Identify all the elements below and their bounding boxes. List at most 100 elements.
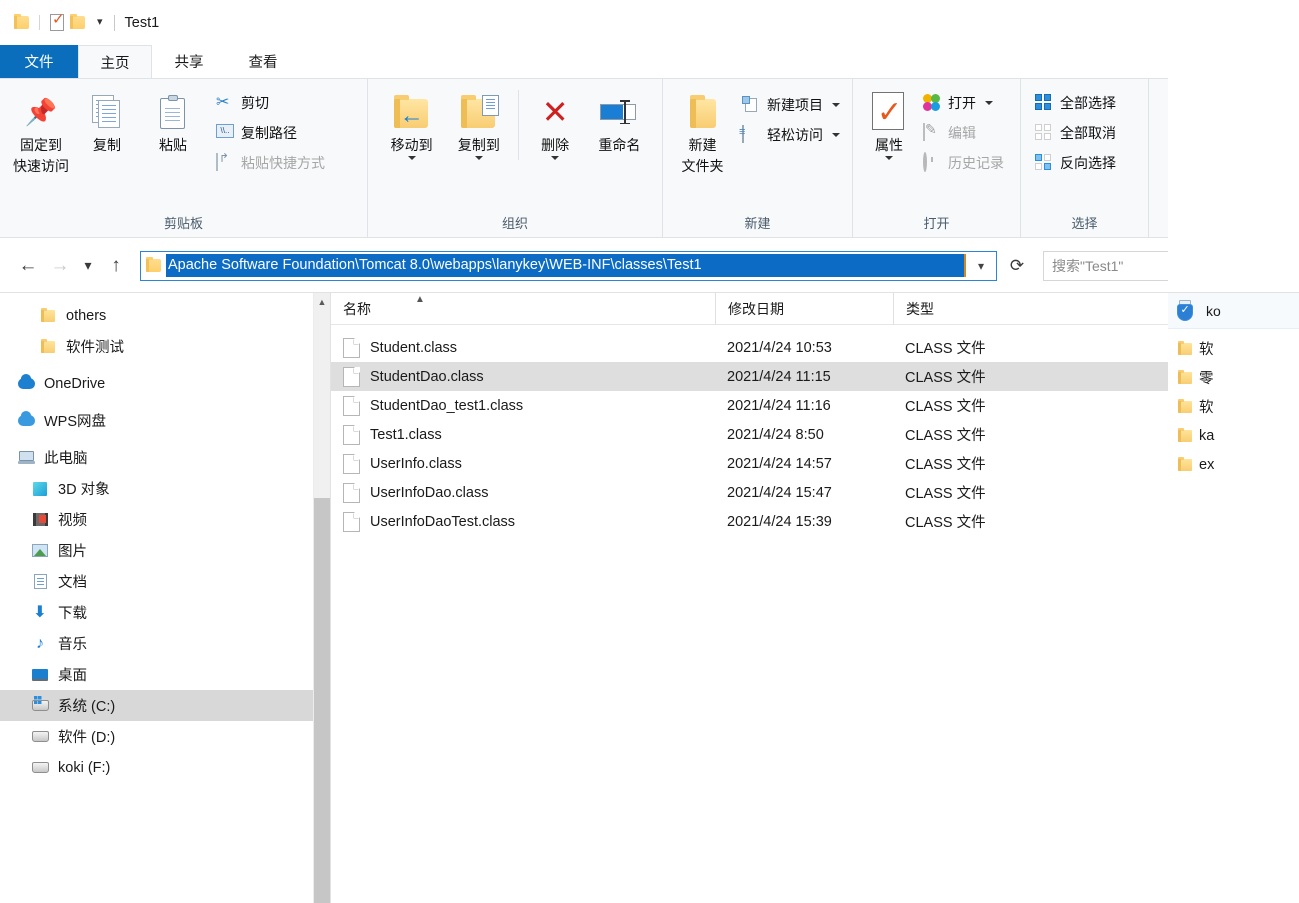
sidebar-item-onedrive[interactable]: OneDrive: [0, 368, 330, 399]
file-date-cell: 2021/4/24 15:47: [727, 484, 832, 501]
folder-icon[interactable]: [14, 14, 29, 29]
sidebar-item-drive-d[interactable]: 软件 (D:): [0, 721, 330, 752]
sidebar-item-drive-c[interactable]: 系统 (C:): [0, 690, 330, 721]
paste-button[interactable]: 粘贴: [140, 86, 206, 155]
list-item-label: ex: [1199, 456, 1215, 473]
class-file-icon: [343, 395, 360, 416]
properties-button[interactable]: ✓ 属性: [863, 86, 915, 160]
rename-button[interactable]: 重命名: [585, 86, 654, 155]
column-header-date[interactable]: 修改日期: [715, 293, 893, 325]
new-folder-label-1: 新建: [688, 137, 717, 153]
forward-button[interactable]: →: [44, 251, 76, 281]
copy-button[interactable]: 复制: [74, 86, 140, 155]
ribbon-group-new: 新建 文件夹 新建项目 轻松访问 新建: [663, 79, 853, 237]
select-all-icon: [1035, 93, 1054, 113]
sidebar-item-pictures[interactable]: 图片: [0, 535, 330, 566]
up-button[interactable]: ↑: [100, 251, 132, 281]
invert-selection-button[interactable]: 反向选择: [1031, 148, 1120, 178]
chevron-down-icon[interactable]: ▾: [94, 17, 106, 28]
back-button[interactable]: ←: [12, 251, 44, 281]
move-to-button[interactable]: ← 移动到: [378, 86, 445, 160]
sidebar-item-drive-f[interactable]: koki (F:): [0, 752, 330, 783]
address-path-box[interactable]: Apache Software Foundation\Tomcat 8.0\we…: [140, 250, 997, 281]
easy-access-button[interactable]: 轻松访问: [738, 120, 844, 150]
tab-share[interactable]: 共享: [152, 45, 226, 78]
table-row[interactable]: Student.class 2021/4/24 10:53 CLASS 文件: [331, 333, 1185, 362]
table-row[interactable]: StudentDao.class 2021/4/24 11:15 CLASS 文…: [331, 362, 1185, 391]
table-row[interactable]: UserInfo.class 2021/4/24 14:57 CLASS 文件: [331, 449, 1185, 478]
sidebar-item-documents[interactable]: 文档: [0, 566, 330, 597]
new-folder-button[interactable]: 新建 文件夹: [673, 86, 732, 176]
properties-checkmark-icon[interactable]: [50, 11, 65, 31]
refresh-icon[interactable]: ⟳: [999, 251, 1035, 281]
file-name-cell: Test1.class: [331, 424, 715, 445]
list-item[interactable]: ex: [1168, 450, 1299, 479]
sidebar-item-label: 软件 (D:): [58, 730, 116, 746]
chevron-down-icon[interactable]: ▾: [966, 259, 996, 273]
open-button[interactable]: 打开: [919, 88, 1008, 118]
sidebar-item-3d-objects[interactable]: 3D 对象: [0, 473, 330, 504]
sidebar-item-this-pc[interactable]: 此电脑: [0, 442, 330, 473]
sidebar-item-videos[interactable]: 视频: [0, 504, 330, 535]
folder-icon: [1178, 340, 1192, 355]
scrollbar-thumb[interactable]: [314, 498, 330, 903]
sidebar-item-downloads[interactable]: ⬇ 下载: [0, 597, 330, 628]
table-row[interactable]: Test1.class 2021/4/24 8:50 CLASS 文件: [331, 420, 1185, 449]
delete-button[interactable]: ✕ 删除: [525, 86, 584, 160]
copy-path-icon: \\..: [216, 123, 235, 143]
new-item-button[interactable]: 新建项目: [738, 90, 844, 120]
rename-label: 重命名: [598, 137, 641, 153]
tab-file[interactable]: 文件: [0, 45, 78, 78]
easy-access-label: 轻松访问: [767, 127, 823, 143]
sidebar-item-label: 3D 对象: [58, 482, 110, 498]
class-file-icon: [343, 511, 360, 532]
sidebar-item-desktop[interactable]: 桌面: [0, 659, 330, 690]
file-type-cell: CLASS 文件: [905, 428, 986, 444]
table-row[interactable]: UserInfoDao.class 2021/4/24 15:47 CLASS …: [331, 478, 1185, 507]
new-item-label: 新建项目: [767, 97, 823, 113]
sidebar-item-others[interactable]: others: [0, 300, 330, 331]
sidebar-item-music[interactable]: ♪ 音乐: [0, 628, 330, 659]
edit-icon: [923, 122, 942, 143]
sidebar-item-label: 图片: [58, 544, 87, 560]
column-header-type[interactable]: 类型: [893, 293, 1073, 325]
table-row[interactable]: UserInfoDaoTest.class 2021/4/24 15:39 CL…: [331, 507, 1185, 536]
new-folder-icon[interactable]: [70, 14, 85, 29]
sidebar-item-label: 软件测试: [66, 340, 124, 356]
copy-to-button[interactable]: 复制到: [445, 86, 512, 160]
clipboard-icon: [160, 90, 186, 134]
address-input[interactable]: Apache Software Foundation\Tomcat 8.0\we…: [166, 254, 966, 277]
select-all-button[interactable]: 全部选择: [1031, 88, 1120, 118]
sidebar-item-wps-cloud[interactable]: WPS网盘: [0, 405, 330, 436]
folder-icon: [1178, 456, 1192, 471]
class-file-icon: [343, 453, 360, 474]
column-label: 类型: [906, 300, 934, 317]
file-name-cell: UserInfoDao.class: [331, 482, 715, 503]
folder-icon: [1178, 369, 1192, 384]
list-item[interactable]: 零: [1168, 363, 1299, 392]
scroll-up-icon[interactable]: ▲: [314, 293, 330, 311]
tab-home[interactable]: 主页: [78, 45, 152, 78]
table-row[interactable]: StudentDao_test1.class 2021/4/24 11:16 C…: [331, 391, 1185, 420]
chevron-down-icon: [407, 156, 416, 160]
select-none-button[interactable]: 全部取消: [1031, 118, 1120, 148]
list-item[interactable]: 软: [1168, 392, 1299, 421]
sidebar-item-software-test[interactable]: 软件测试: [0, 331, 330, 362]
copy-path-button[interactable]: \\.. 复制路径: [212, 118, 329, 148]
navigation-scrollbar[interactable]: ▲: [313, 293, 330, 903]
pin-to-quick-access-button[interactable]: 📌 固定到 快速访问: [8, 86, 74, 176]
desktop-icon: [30, 666, 50, 684]
tab-view[interactable]: 查看: [226, 45, 300, 78]
pin-label-line1: 固定到: [20, 137, 62, 153]
recent-locations-button[interactable]: ▾: [76, 251, 100, 281]
sidebar-item-label: WPS网盘: [44, 414, 107, 430]
edit-button[interactable]: 编辑: [919, 118, 1008, 148]
move-to-label: 移动到: [390, 137, 433, 153]
column-header-name[interactable]: 名称 ▲: [331, 293, 715, 325]
paste-shortcut-button[interactable]: 粘贴快捷方式: [212, 148, 329, 178]
list-item[interactable]: ka: [1168, 421, 1299, 450]
select-none-icon: [1035, 123, 1054, 143]
history-button[interactable]: 历史记录: [919, 148, 1008, 178]
list-item[interactable]: 软: [1168, 334, 1299, 363]
cut-button[interactable]: ✂ 剪切: [212, 88, 329, 118]
